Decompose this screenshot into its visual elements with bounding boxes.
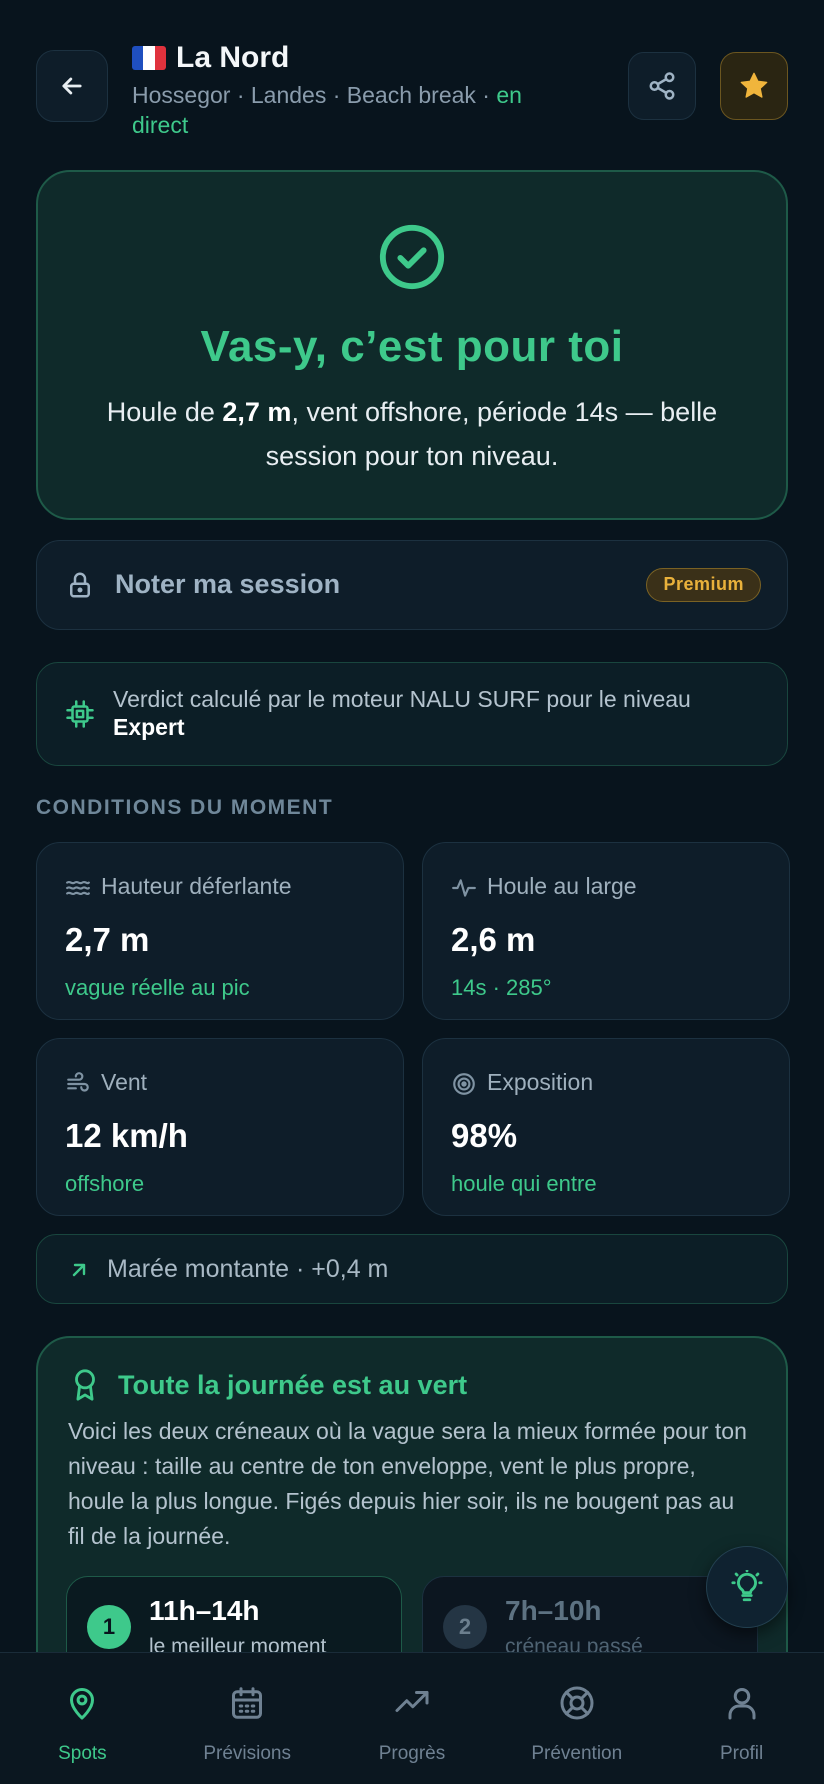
- tide-text: Marée montante · +0,4 m: [107, 1255, 389, 1283]
- user-icon: [728, 1688, 756, 1720]
- stat-card-exposure: Exposition 98% houle qui entre: [422, 1038, 790, 1216]
- arrow-left-icon: [62, 77, 82, 95]
- nav-item-progres[interactable]: Progrès: [330, 1653, 495, 1784]
- arrow-up-right-icon: [72, 1263, 86, 1277]
- stat-name: Houle au large: [487, 873, 637, 899]
- stat-card-offshore-swell: Houle au large 2,6 m 14s · 285°: [422, 842, 790, 1020]
- spot-location: Hossegor · Landes · Beach break ·: [132, 82, 497, 108]
- favorite-button[interactable]: [720, 52, 788, 120]
- header: La Nord Hossegor · Landes · Beach break …: [36, 38, 788, 138]
- stat-card-wind: Vent 12 km/h offshore: [36, 1038, 404, 1216]
- share-button[interactable]: [628, 52, 696, 120]
- nav-item-profil[interactable]: Profil: [659, 1653, 824, 1784]
- spot-name: La Nord: [176, 41, 290, 74]
- title-block: La Nord Hossegor · Landes · Beach break …: [132, 38, 582, 140]
- nav-label: Prévention: [531, 1743, 623, 1764]
- spot-detail-screen: La Nord Hossegor · Landes · Beach break …: [0, 0, 824, 1784]
- lock-icon: [70, 572, 90, 598]
- spot-subtitle: Hossegor · Landes · Beach break · en dir…: [132, 80, 582, 140]
- france-flag-icon: [132, 46, 166, 70]
- tips-button[interactable]: [706, 1546, 788, 1628]
- slot-time: 7h–10h: [505, 1595, 602, 1626]
- verdict-card: Vas-y, c’est pour toi Houle de 2,7 m, ve…: [36, 170, 788, 520]
- stat-value: 2,7 m: [65, 921, 150, 958]
- day-text: Voici les deux créneaux où la vague sera…: [68, 1418, 747, 1549]
- lightbulb-icon: [731, 1570, 763, 1602]
- stat-sub: houle qui entre: [451, 1171, 597, 1196]
- back-button[interactable]: [36, 50, 108, 122]
- verdict-swell-value: 2,7 m: [222, 397, 292, 427]
- stat-name: Hauteur déferlante: [101, 873, 292, 899]
- nav-label: Profil: [719, 1743, 764, 1764]
- verdict-text-end: , vent offshore, période 14s — belle ses…: [265, 397, 718, 471]
- slot-number: 1: [87, 1605, 131, 1649]
- tide-info: Marée montante · +0,4 m: [36, 1234, 788, 1304]
- nav-item-spots[interactable]: Spots: [0, 1653, 165, 1784]
- nav-item-prevention[interactable]: Prévention: [494, 1653, 659, 1784]
- nav-item-previsions[interactable]: Prévisions: [165, 1653, 330, 1784]
- calendar-icon: [232, 1687, 263, 1719]
- waves-icon: [66, 880, 90, 896]
- engine-info: Verdict calculé par le moteur NALU SURF …: [36, 662, 788, 766]
- stat-name: Vent: [101, 1069, 148, 1095]
- page-title: La Nord: [132, 38, 582, 78]
- verdict-text-start: Houle de: [106, 397, 223, 427]
- map-pin-icon: [70, 1688, 95, 1720]
- rate-session-label: Noter ma session: [115, 569, 341, 599]
- share-icon: [649, 72, 675, 100]
- nav-label: Progrès: [378, 1743, 446, 1764]
- trending-up-icon: [395, 1691, 429, 1712]
- nav-label: Spots: [58, 1743, 107, 1764]
- wind-icon: [67, 1072, 89, 1092]
- swell-icon: [452, 879, 476, 897]
- rate-session-button[interactable]: Noter ma session Premium: [36, 540, 788, 630]
- stat-sub: vague réelle au pic: [65, 975, 250, 1000]
- engine-level: Expert: [113, 714, 185, 740]
- stat-sub: 14s · 285°: [451, 975, 552, 1000]
- engine-text: Verdict calculé par le moteur NALU SURF …: [113, 685, 757, 741]
- check-circle-icon: [379, 224, 445, 290]
- lifebuoy-icon: [560, 1686, 594, 1720]
- stat-name: Exposition: [487, 1069, 594, 1095]
- stat-value: 2,6 m: [451, 921, 536, 958]
- engine-description: Verdict calculé par le moteur NALU SURF …: [113, 686, 691, 712]
- stat-card-breaking-height: Hauteur déferlante 2,7 m vague réelle au…: [36, 842, 404, 1020]
- star-icon: [740, 72, 768, 98]
- target-icon: [453, 1073, 475, 1095]
- slot-time: 11h–14h: [149, 1595, 260, 1626]
- section-title-conditions: CONDITIONS DU MOMENT: [36, 796, 334, 819]
- bottom-navigation: Spots Prévisions Progrès Prévention Prof…: [0, 1652, 824, 1784]
- stat-value: 98%: [451, 1117, 518, 1154]
- chip-icon: [66, 700, 94, 728]
- premium-badge: Premium: [646, 568, 761, 602]
- stat-sub: offshore: [65, 1171, 145, 1196]
- stat-value: 12 km/h: [65, 1117, 188, 1154]
- verdict-title: Vas-y, c’est pour toi: [200, 322, 624, 371]
- award-icon: [75, 1369, 95, 1401]
- nav-label: Prévisions: [203, 1743, 292, 1764]
- verdict-text: Houle de 2,7 m, vent offshore, période 1…: [78, 390, 746, 478]
- slot-number: 2: [443, 1605, 487, 1649]
- day-title: Toute la journée est au vert: [118, 1370, 468, 1400]
